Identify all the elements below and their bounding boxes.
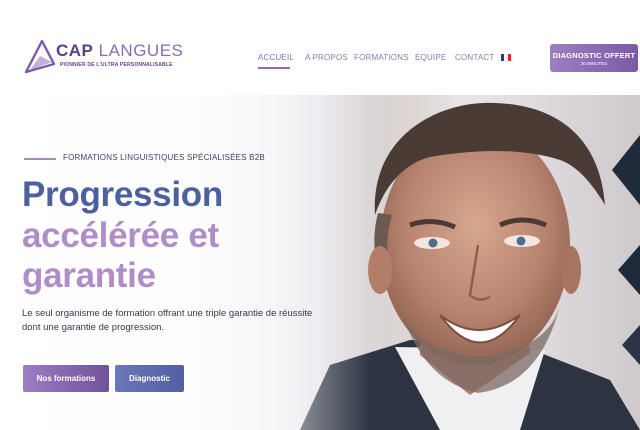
nav-active-indicator (258, 67, 290, 69)
hero-title-line2: accélérée et (22, 216, 219, 255)
site-header: CAP LANGUES PIONNIER DE L'ULTRA PERSONNA… (0, 0, 640, 95)
cta-label: DIAGNOSTIC OFFERT (552, 51, 636, 60)
logo-langues: LANGUES (98, 41, 184, 60)
hero-description: Le seul organisme de formation offrant u… (22, 308, 313, 333)
hero-section: FORMATIONS LINGUISTIQUES SPÉCIALISÉES B2… (0, 95, 640, 430)
eyebrow-divider (24, 158, 56, 160)
page: CAP LANGUES PIONNIER DE L'ULTRA PERSONNA… (0, 0, 640, 430)
diagnostic-button[interactable]: Diagnostic (115, 365, 184, 392)
logo[interactable]: CAP LANGUES PIONNIER DE L'ULTRA PERSONNA… (24, 40, 184, 80)
hero-title-line3: garantie (22, 256, 156, 295)
nav-item-equipe[interactable]: EQUIPE (415, 53, 446, 62)
logo-wordmark: CAP LANGUES (56, 41, 183, 61)
french-flag-icon[interactable] (501, 54, 511, 61)
nav-item-accueil[interactable]: ACCUEIL (258, 53, 294, 62)
nav-item-a-propos[interactable]: A PROPOS (305, 53, 348, 62)
logo-cap: CAP (56, 41, 94, 60)
hero-eyebrow: FORMATIONS LINGUISTIQUES SPÉCIALISÉES B2… (63, 153, 265, 162)
cta-sublabel: 30 MINUTES (580, 61, 608, 66)
nos-formations-button[interactable]: Nos formations (23, 365, 109, 392)
logo-tagline: PIONNIER DE L'ULTRA PERSONNALISABLE (60, 62, 173, 68)
nav-item-contact[interactable]: CONTACT (455, 53, 494, 62)
hero-title-line1: Progression (22, 175, 223, 214)
logo-triangle-icon (24, 40, 56, 74)
nav-item-formations[interactable]: FORMATIONS (354, 53, 409, 62)
diagnostic-offert-button[interactable]: DIAGNOSTIC OFFERT 30 MINUTES (550, 44, 638, 72)
